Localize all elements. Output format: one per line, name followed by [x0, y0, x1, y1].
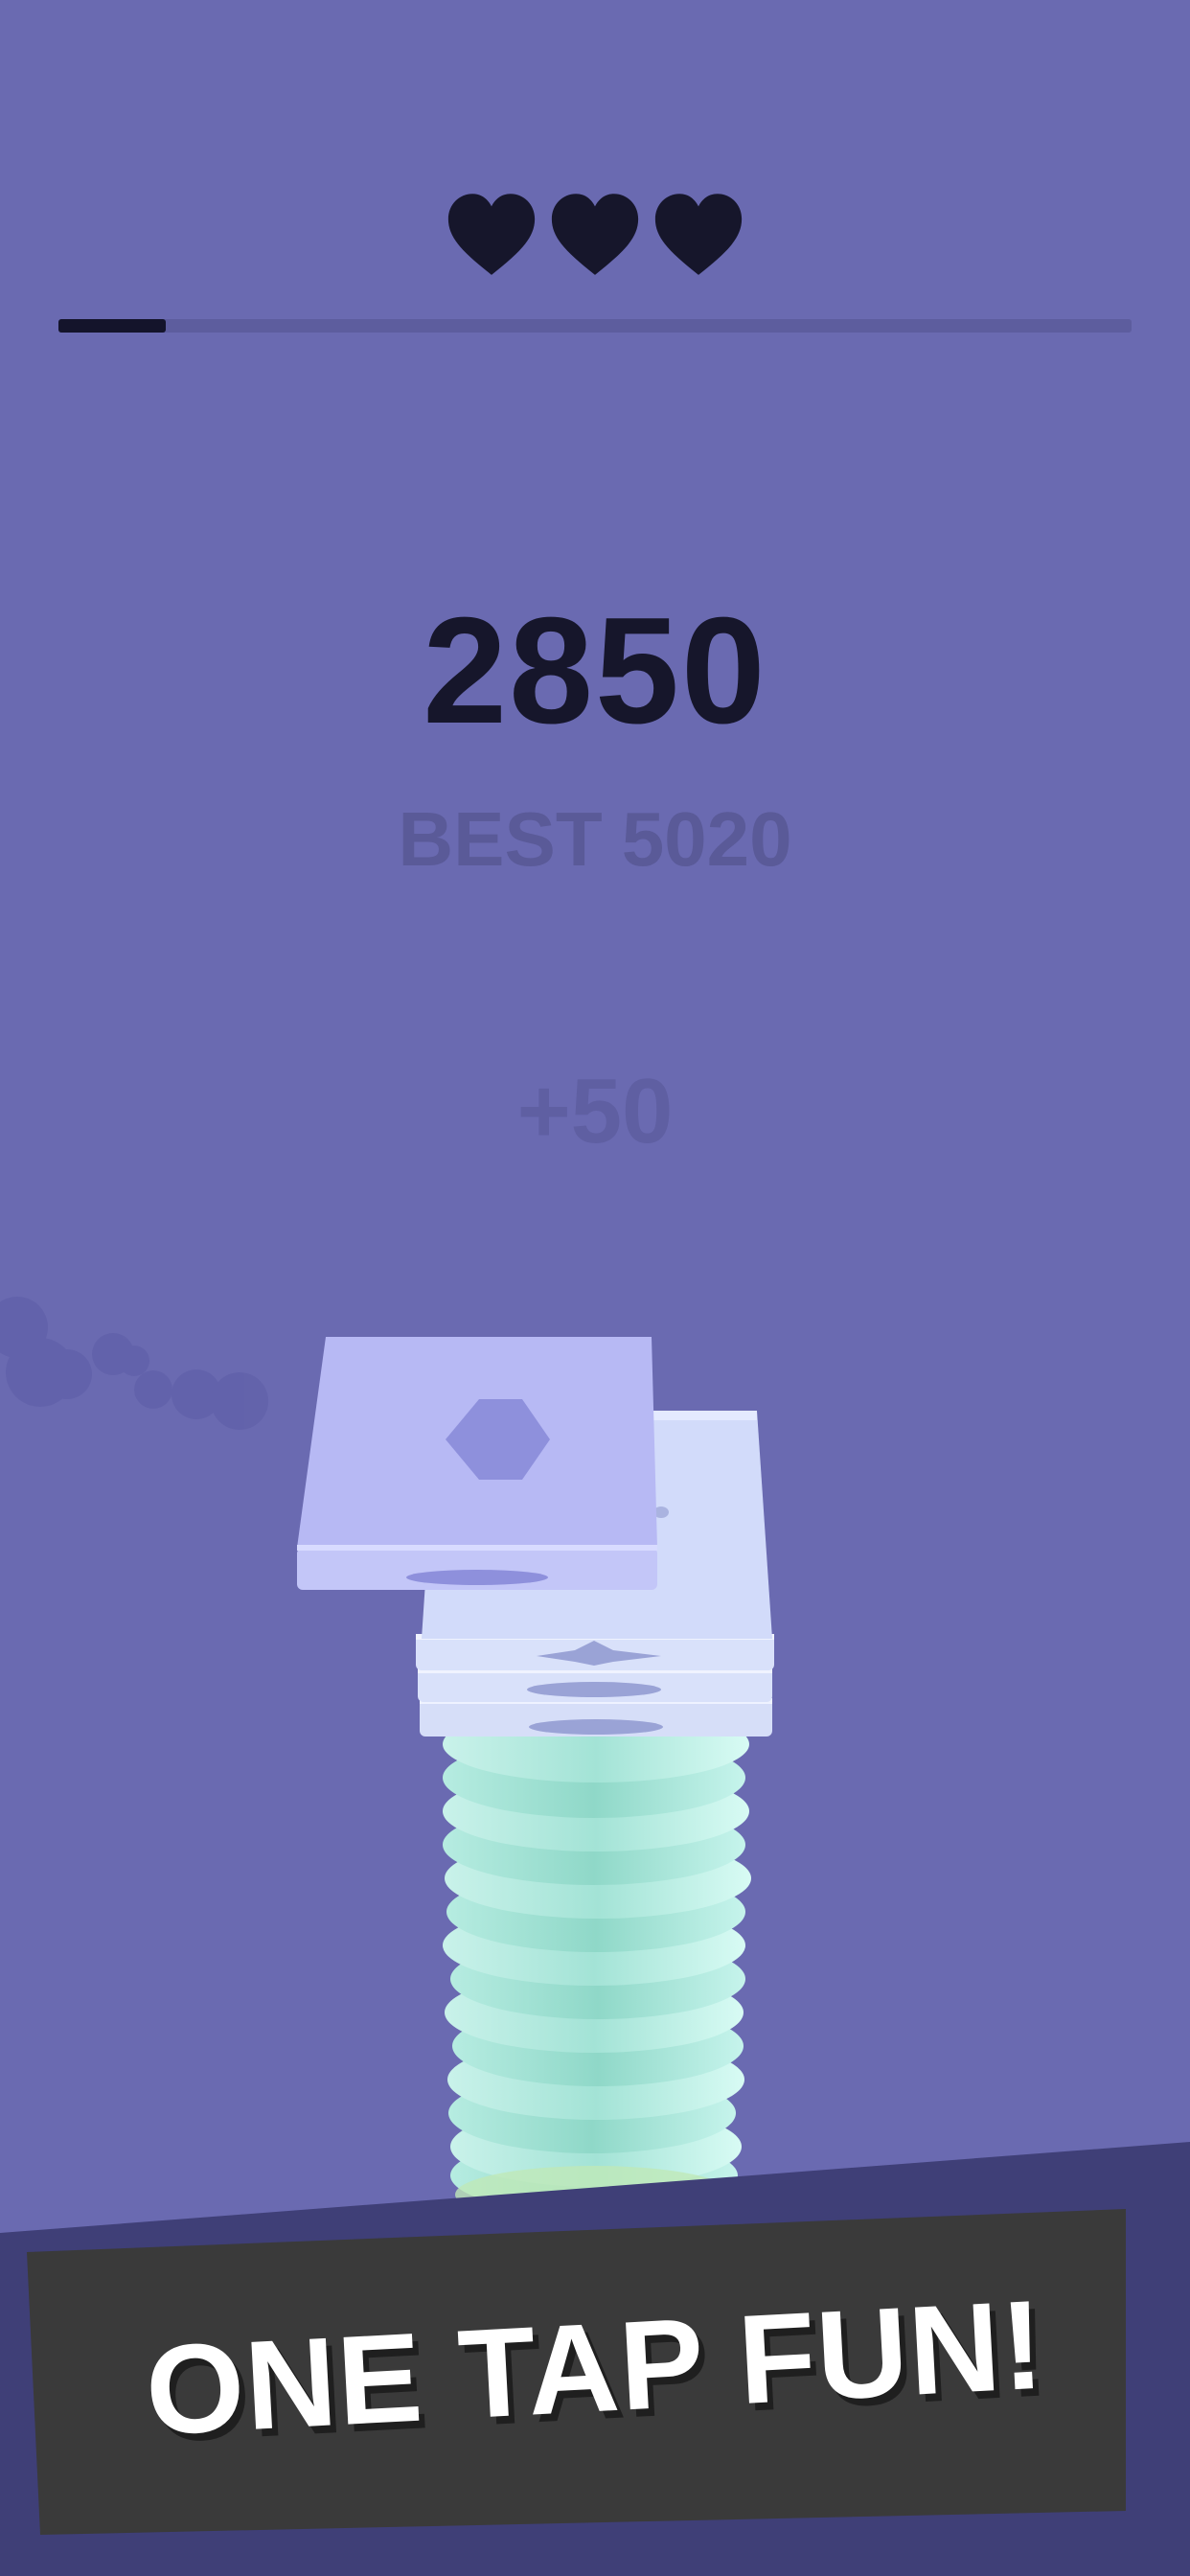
tower-stack: [0, 1297, 1190, 2576]
falling-plate: [297, 1337, 657, 1590]
smoke-trail: [0, 1297, 268, 1430]
disc-column: [443, 1706, 751, 2223]
game-scene[interactable]: 2850 BEST 5020 +50 ONE TAP FUN!: [0, 0, 1190, 2576]
